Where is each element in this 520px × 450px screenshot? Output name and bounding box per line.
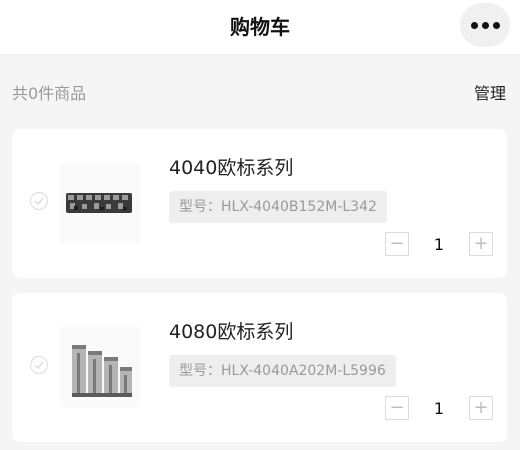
- increase-button[interactable]: +: [469, 396, 493, 420]
- navigation-bar: 购物车: [0, 0, 520, 55]
- quantity-stepper: − 1 +: [385, 229, 493, 259]
- check-icon: [34, 197, 44, 206]
- product-image[interactable]: [60, 163, 140, 243]
- check-icon: [34, 361, 44, 370]
- quantity-input[interactable]: 1: [409, 235, 469, 254]
- product-title[interactable]: 4040欧标系列: [169, 153, 293, 180]
- cart-summary: 共0件商品 管理: [0, 72, 520, 112]
- select-checkbox[interactable]: [30, 356, 48, 374]
- increase-button[interactable]: +: [469, 232, 493, 256]
- manage-button[interactable]: 管理: [474, 80, 506, 104]
- quantity-stepper: − 1 +: [385, 393, 493, 423]
- more-button[interactable]: [460, 3, 510, 47]
- product-model-tag: 型号：HLX-4040B152M-L342: [169, 191, 387, 223]
- decrease-button[interactable]: −: [385, 396, 409, 420]
- cart-item: 4080欧标系列 型号：HLX-4040A202M-L5996 − 1 +: [12, 293, 507, 442]
- page-title: 购物车: [230, 15, 290, 39]
- quantity-input[interactable]: 1: [409, 399, 469, 418]
- product-image[interactable]: [60, 327, 140, 407]
- item-count: 共0件商品: [12, 84, 87, 103]
- more-dots-icon: [470, 21, 500, 29]
- cart-item: 4040欧标系列 型号：HLX-4040B152M-L342 − 1 +: [12, 129, 507, 278]
- select-checkbox[interactable]: [30, 192, 48, 210]
- product-title[interactable]: 4080欧标系列: [169, 317, 293, 344]
- product-model-tag: 型号：HLX-4040A202M-L5996: [169, 355, 396, 387]
- decrease-button[interactable]: −: [385, 232, 409, 256]
